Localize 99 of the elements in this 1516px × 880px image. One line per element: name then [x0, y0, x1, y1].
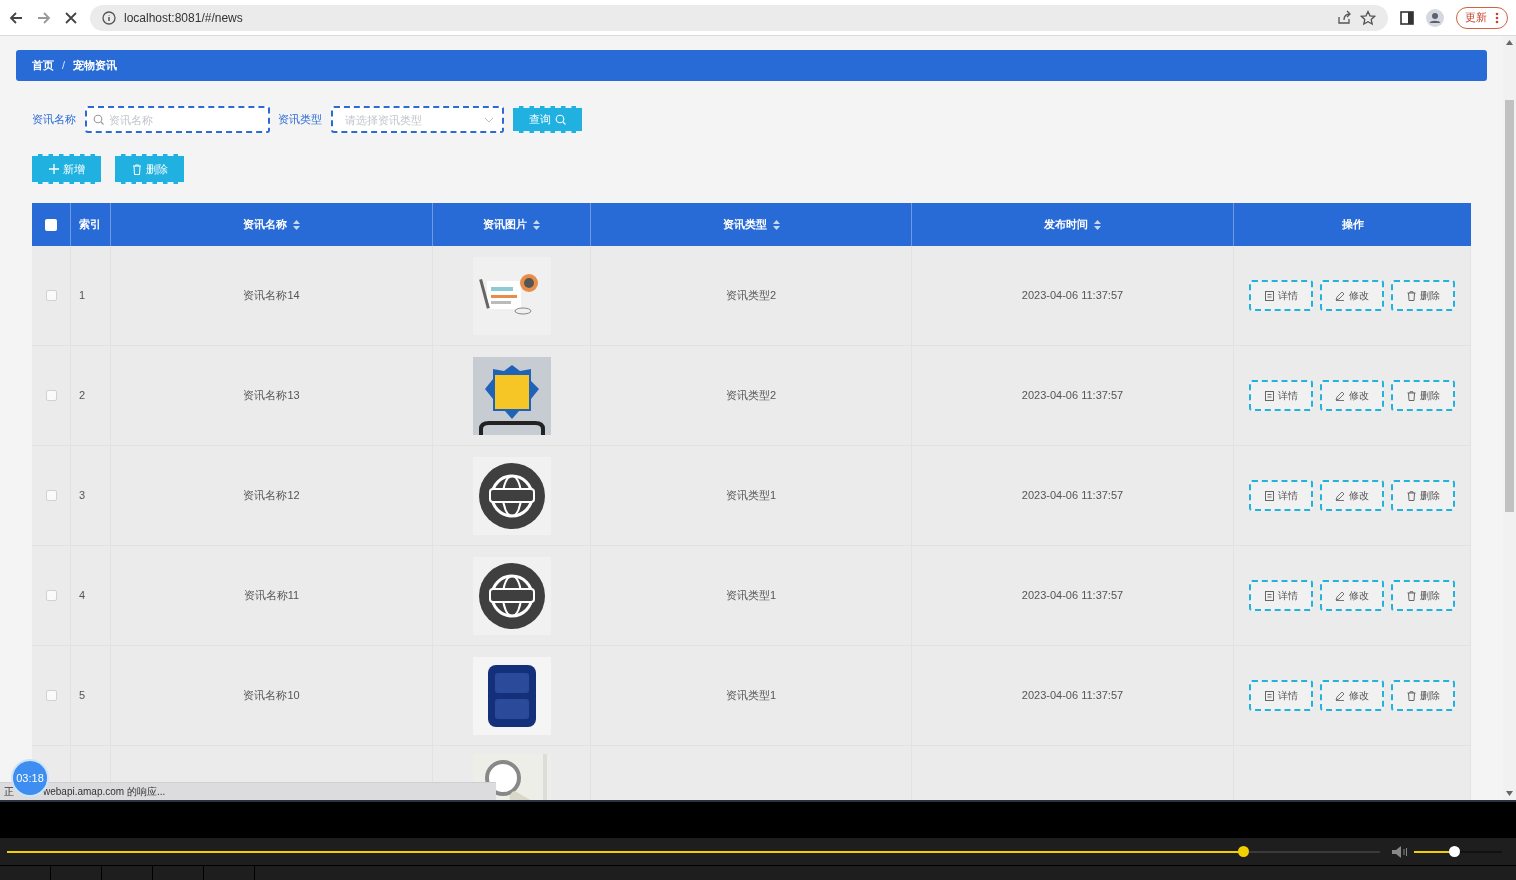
- edit-button[interactable]: 修改: [1320, 480, 1384, 511]
- table-row[interactable]: 4 资讯名称11 资讯类型1 2023-04-06 11:37:57 详情 修改 删除: [32, 546, 1471, 646]
- chevron-down-icon: [484, 117, 494, 123]
- delete-button[interactable]: 删除: [1391, 580, 1455, 611]
- pencil-icon: [1335, 290, 1345, 301]
- table-cell-text: 资讯名称12: [243, 488, 300, 504]
- status-text: 正: [4, 785, 14, 799]
- column-header[interactable]: 发布时间: [1044, 216, 1088, 233]
- table-cell-text: 5: [79, 688, 86, 704]
- volume-thumb[interactable]: [1448, 845, 1460, 857]
- edit-button[interactable]: 修改: [1320, 580, 1384, 611]
- edit-button[interactable]: 修改: [1320, 680, 1384, 711]
- delete-button[interactable]: 删除: [1391, 680, 1455, 711]
- column-header[interactable]: 资讯图片: [483, 216, 527, 233]
- table-cell-text: 2023-04-06 11:37:57: [1021, 688, 1124, 704]
- table-cell-text: 2023-04-06 11:37:57: [1021, 488, 1124, 504]
- pencil-icon: [1335, 490, 1345, 501]
- column-header[interactable]: 资讯名称: [243, 216, 287, 233]
- document-icon: [1264, 290, 1274, 301]
- table-cell-text: 2: [79, 388, 86, 404]
- sort-icon[interactable]: [293, 219, 300, 230]
- search-icon: [93, 114, 104, 125]
- trash-icon: [1406, 690, 1416, 701]
- table-cell-text: 资讯名称14: [243, 288, 300, 304]
- document-icon: [1264, 390, 1274, 401]
- pencil-icon: [1335, 390, 1345, 401]
- more-icon: [1495, 11, 1499, 24]
- field-label: 资讯类型: [278, 112, 322, 128]
- document-icon: [1264, 590, 1274, 601]
- row-checkbox[interactable]: [45, 690, 57, 701]
- table-cell-text: 3: [79, 488, 86, 504]
- table-cell-text: 资讯类型2: [725, 388, 777, 404]
- column-header[interactable]: 资讯类型: [722, 216, 767, 233]
- details-button[interactable]: 详情: [1249, 680, 1313, 711]
- breadcrumb-item[interactable]: 宠物资讯: [73, 57, 118, 74]
- table-cell-text: 4: [79, 588, 86, 604]
- trash-icon: [1406, 290, 1416, 301]
- row-checkbox[interactable]: [45, 390, 57, 401]
- back-icon[interactable]: [8, 9, 24, 26]
- scroll-up-icon: [1506, 40, 1513, 45]
- search-icon: [555, 114, 566, 125]
- table-cell-text: 资讯名称13: [243, 388, 300, 404]
- field-label: 资讯名称: [32, 112, 76, 128]
- speaker-icon[interactable]: [1392, 845, 1408, 858]
- table-cell-text: 资讯类型1: [725, 588, 777, 604]
- pencil-icon: [1335, 690, 1345, 701]
- pencil-icon: [1335, 590, 1345, 601]
- sort-icon[interactable]: [533, 219, 540, 230]
- table-cell-text: 资讯类型1: [725, 688, 777, 704]
- edit-button[interactable]: 修改: [1320, 380, 1384, 411]
- table-cell-text: 2023-04-06 11:37:57: [1021, 288, 1124, 304]
- column-header: 索引: [79, 217, 101, 233]
- sidebar-icon[interactable]: [1400, 10, 1414, 25]
- row-checkbox[interactable]: [45, 590, 57, 601]
- details-button[interactable]: 详情: [1249, 480, 1313, 511]
- table-cell-text: 2023-04-06 11:37:57: [1021, 588, 1124, 604]
- row-checkbox[interactable]: [45, 290, 57, 301]
- document-icon: [1264, 490, 1274, 501]
- profile-icon[interactable]: [1426, 8, 1444, 27]
- table-row[interactable]: 2 资讯名称13 资讯类型2 2023-04-06 11:37:57 详情 修改 删除: [32, 346, 1471, 446]
- table-cell-text: 2023-04-06 11:37:57: [1021, 388, 1124, 404]
- delete-button[interactable]: 删除: [1391, 480, 1455, 511]
- table-row[interactable]: 3 资讯名称12 资讯类型1 2023-04-06 11:37:57 详情 修改 删除: [32, 446, 1471, 546]
- table-row[interactable]: 5 资讯名称10 资讯类型1 2023-04-06 11:37:57 详情 修改 删除: [32, 646, 1471, 746]
- details-button[interactable]: 详情: [1249, 380, 1313, 411]
- status-text: webapi.amap.com 的响应...: [43, 785, 166, 799]
- plus-icon: [48, 164, 59, 174]
- share-icon[interactable]: [1336, 9, 1352, 26]
- sort-icon[interactable]: [1094, 219, 1101, 230]
- star-icon[interactable]: [1360, 9, 1376, 26]
- info-icon: [102, 10, 116, 25]
- trash-icon: [1406, 590, 1416, 601]
- details-button[interactable]: 详情: [1249, 280, 1313, 311]
- breadcrumb-item[interactable]: 首页: [32, 57, 54, 74]
- delete-button[interactable]: 删除: [1391, 280, 1455, 311]
- table-row[interactable]: 1 资讯名称14 资讯类型2 2023-04-06 11:37:57 详情 修改 删除: [32, 246, 1471, 346]
- column-header: 操作: [1341, 217, 1364, 233]
- table-cell-text: 资讯类型1: [725, 488, 777, 504]
- close-icon[interactable]: [64, 10, 78, 25]
- trash-icon: [131, 163, 142, 175]
- table-cell-text: 资讯名称11: [243, 588, 300, 604]
- select-all-checkbox[interactable]: [45, 218, 57, 231]
- document-icon: [1264, 690, 1274, 701]
- url-text[interactable]: localhost:8081/#/news: [124, 8, 243, 27]
- table-cell-text: 资讯类型2: [725, 288, 777, 304]
- progress-thumb[interactable]: [1237, 845, 1249, 857]
- table-cell-text: 资讯名称10: [243, 688, 300, 704]
- trash-icon: [1406, 390, 1416, 401]
- edit-button[interactable]: 修改: [1320, 280, 1384, 311]
- table-cell-text: 1: [79, 288, 86, 304]
- forward-icon[interactable]: [36, 9, 52, 26]
- delete-button[interactable]: 删除: [1391, 380, 1455, 411]
- row-checkbox[interactable]: [45, 490, 57, 501]
- scroll-down-icon: [1506, 791, 1513, 796]
- sort-icon[interactable]: [772, 219, 780, 230]
- details-button[interactable]: 详情: [1249, 580, 1313, 611]
- search-field[interactable]: 资讯名称: [85, 106, 270, 133]
- breadcrumb-separator: /: [62, 58, 66, 74]
- trash-icon: [1406, 490, 1416, 501]
